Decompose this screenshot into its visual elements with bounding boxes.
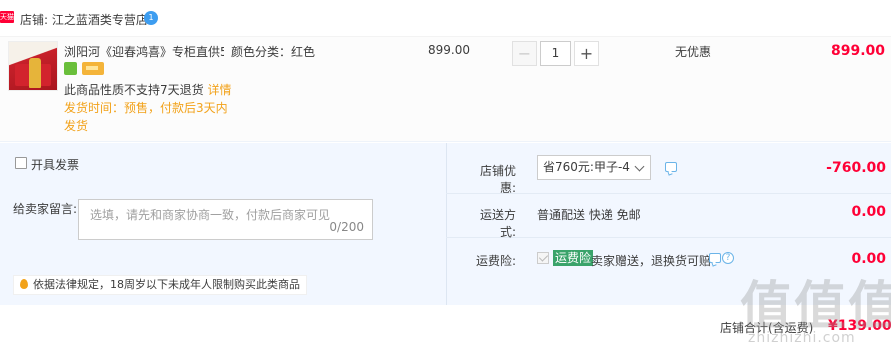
age-restriction-notice: 依据法律规定，18周岁以下未成年人限制购买此类商品: [13, 275, 307, 295]
ship-time-note: 发货时间：预售，付款后3天内发货: [64, 101, 228, 133]
shipping-label: 运送方式:: [479, 208, 516, 239]
insurance-text: 卖家赠送，退换货可赔: [591, 254, 712, 268]
store-promo-select[interactable]: 省760元:甲子-4: [537, 155, 651, 180]
invoice-label[interactable]: 开具发票: [31, 156, 79, 173]
insurance-tag: 运费险: [553, 250, 594, 266]
quantity-minus-button[interactable]: −: [512, 41, 537, 66]
quantity-input[interactable]: 1: [540, 41, 571, 66]
tmall-badge: 天猫: [0, 11, 14, 23]
shipping-method: 普通配送 快递 免邮: [537, 208, 641, 222]
store-name-link[interactable]: 店铺: 江之蓝酒类专营店: [20, 11, 148, 28]
insurance-checkbox[interactable]: [537, 252, 549, 264]
item-subtotal: 899.00: [830, 43, 885, 59]
store-promo-label: 店铺优惠:: [479, 164, 516, 195]
help-icon[interactable]: ?: [722, 252, 734, 264]
quantity-stepper: − 1 +: [512, 41, 599, 66]
insurance-chat-icon[interactable]: [709, 253, 721, 263]
watermark-logo: 值值值: [740, 277, 891, 337]
product-attribute: 颜色分类：红色: [231, 45, 316, 59]
promo-chat-icon[interactable]: [665, 162, 677, 172]
insurance-label: 运费险:: [475, 254, 516, 268]
return-policy-text: 此商品性质不支持7天退货: [64, 83, 204, 97]
invoice-checkbox[interactable]: [15, 157, 27, 169]
lightbulb-icon: [20, 279, 28, 289]
message-label: 给卖家留言:: [13, 202, 78, 216]
store-promo-selected: 省760元:甲子-4: [543, 160, 630, 174]
age-restriction-text: 依据法律规定，18周岁以下未成年人限制购买此类商品: [33, 278, 300, 291]
shipping-amount: 0.00: [851, 204, 886, 220]
chevron-down-icon: [634, 161, 645, 172]
message-placeholder: 选填，请先和商家协商一致，付款后商家可见: [90, 208, 331, 222]
panel-divider: [446, 143, 447, 305]
message-char-count: 0/200: [329, 220, 364, 234]
unit-price: 899.00: [428, 43, 470, 57]
quantity-plus-button[interactable]: +: [574, 41, 599, 66]
product-name-link[interactable]: 浏阳河《迎春鸿喜》专柜直供5...: [64, 43, 224, 60]
product-image[interactable]: [8, 41, 58, 91]
seller-message-textarea[interactable]: 选填，请先和商家协商一致，付款后商家可见 0/200: [78, 199, 373, 240]
credit-card-icon: [82, 62, 104, 75]
return-policy-note: 此商品性质不支持7天退货 详情: [64, 81, 231, 98]
chat-icon[interactable]: 1: [144, 11, 158, 25]
watermark-url: zhizhizhi.com: [748, 330, 856, 346]
guarantee-icon: [64, 62, 77, 75]
item-discount: 无优惠: [675, 45, 712, 59]
return-policy-details-link[interactable]: 详情: [207, 83, 231, 97]
store-promo-amount: -760.00: [826, 160, 886, 176]
